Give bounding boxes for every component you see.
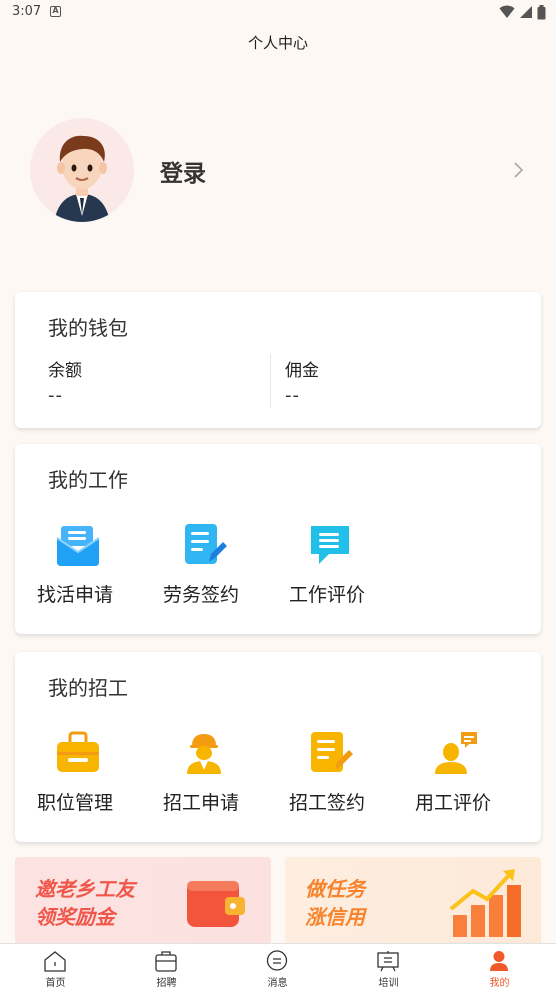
notification-a-icon: A [50, 6, 61, 17]
user-comment-icon [435, 732, 477, 774]
wallet-title: 我的钱包 [48, 316, 128, 340]
wallet-card: 我的钱包 余额 -- 佣金 -- [15, 292, 541, 428]
hire-application-label: 招工申请 [162, 792, 239, 814]
my-hire-title: 我的招工 [48, 676, 128, 700]
tab-recruit-label: 招聘 [156, 978, 177, 989]
login-label[interactable]: 登录 [160, 154, 206, 188]
briefcase-icon [57, 731, 99, 772]
battery-icon [537, 4, 546, 19]
wallet-icon [187, 881, 245, 927]
hire-contract-item[interactable]: 招工签约 [267, 724, 393, 824]
wifi-icon [499, 5, 515, 18]
chevron-right-icon[interactable] [508, 158, 528, 182]
task-promo-line1: 做任务 [305, 877, 365, 901]
my-work-grid: 找活申请 劳务签约 工作评价 [15, 516, 541, 616]
growth-chart-icon [449, 869, 521, 937]
home-icon [44, 951, 66, 972]
employer-review-item[interactable]: 用工评价 [393, 724, 519, 824]
bottom-tab-bar: 首页 招聘 消息 培训 我的 [0, 943, 556, 991]
invite-promo-line1: 邀老乡工友 [35, 877, 135, 901]
hire-contract-label: 招工签约 [288, 792, 365, 814]
document-edit-icon [311, 732, 353, 772]
envelope-icon [56, 526, 100, 566]
message-icon [266, 950, 288, 971]
status-time: 3:07 [12, 4, 42, 19]
tab-mine[interactable]: 我的 [444, 944, 555, 991]
tab-training[interactable]: 培训 [333, 944, 444, 991]
labor-contract-item[interactable]: 劳务签约 [141, 516, 267, 616]
employer-review-label: 用工评价 [414, 792, 491, 814]
avatar[interactable] [30, 118, 134, 222]
tab-message[interactable]: 消息 [222, 944, 333, 991]
status-bar: 3:07 A [0, 0, 556, 24]
avatar-illustration [54, 135, 110, 222]
position-management-label: 职位管理 [36, 792, 113, 814]
profile-row[interactable]: 登录 [0, 110, 556, 230]
job-application-item[interactable]: 找活申请 [15, 516, 141, 616]
tab-mine-label: 我的 [489, 978, 510, 989]
document-edit-icon [185, 524, 227, 564]
invite-promo-banner[interactable]: 邀老乡工友 领奖励金 [15, 857, 271, 945]
tab-recruit[interactable]: 招聘 [111, 944, 222, 991]
work-review-label: 工作评价 [288, 584, 365, 606]
training-icon [377, 951, 399, 972]
job-application-label: 找活申请 [36, 584, 113, 606]
recruit-icon [155, 951, 177, 972]
work-review-item[interactable]: 工作评价 [267, 516, 393, 616]
signal-icon [520, 6, 532, 18]
invite-promo-text: 邀老乡工友 领奖励金 [35, 875, 135, 931]
balance-label: 余额 [48, 361, 82, 381]
task-promo-text: 做任务 涨信用 [305, 875, 365, 931]
chat-bubble-icon [311, 526, 349, 564]
invite-promo-line2: 领奖励金 [35, 905, 115, 929]
hire-application-item[interactable]: 招工申请 [141, 724, 267, 824]
tab-home[interactable]: 首页 [0, 944, 111, 991]
my-hire-card: 我的招工 职位管理 招工申请 招工签约 用工评价 [15, 652, 541, 842]
page-title: 个人中心 [247, 34, 308, 52]
tab-training-label: 培训 [378, 978, 399, 989]
person-icon [490, 951, 508, 971]
commission-label: 佣金 [285, 361, 319, 381]
my-work-card: 我的工作 找活申请 劳务签约 工作评价 [15, 444, 541, 634]
labor-contract-label: 劳务签约 [162, 584, 239, 606]
tab-message-label: 消息 [267, 978, 288, 989]
my-work-title: 我的工作 [48, 468, 128, 492]
my-hire-grid: 职位管理 招工申请 招工签约 用工评价 [15, 724, 541, 824]
commission-value: -- [285, 385, 300, 406]
commission-block[interactable]: 佣金 -- [285, 356, 319, 406]
wallet-divider [270, 354, 271, 408]
position-management-item[interactable]: 职位管理 [15, 724, 141, 824]
status-icons [499, 4, 546, 20]
worker-helmet-icon [187, 734, 221, 774]
tab-home-label: 首页 [45, 978, 66, 989]
task-promo-line2: 涨信用 [305, 905, 365, 929]
balance-value: -- [48, 385, 63, 406]
balance-block[interactable]: 余额 -- [48, 356, 82, 406]
task-promo-banner[interactable]: 做任务 涨信用 [285, 857, 541, 945]
